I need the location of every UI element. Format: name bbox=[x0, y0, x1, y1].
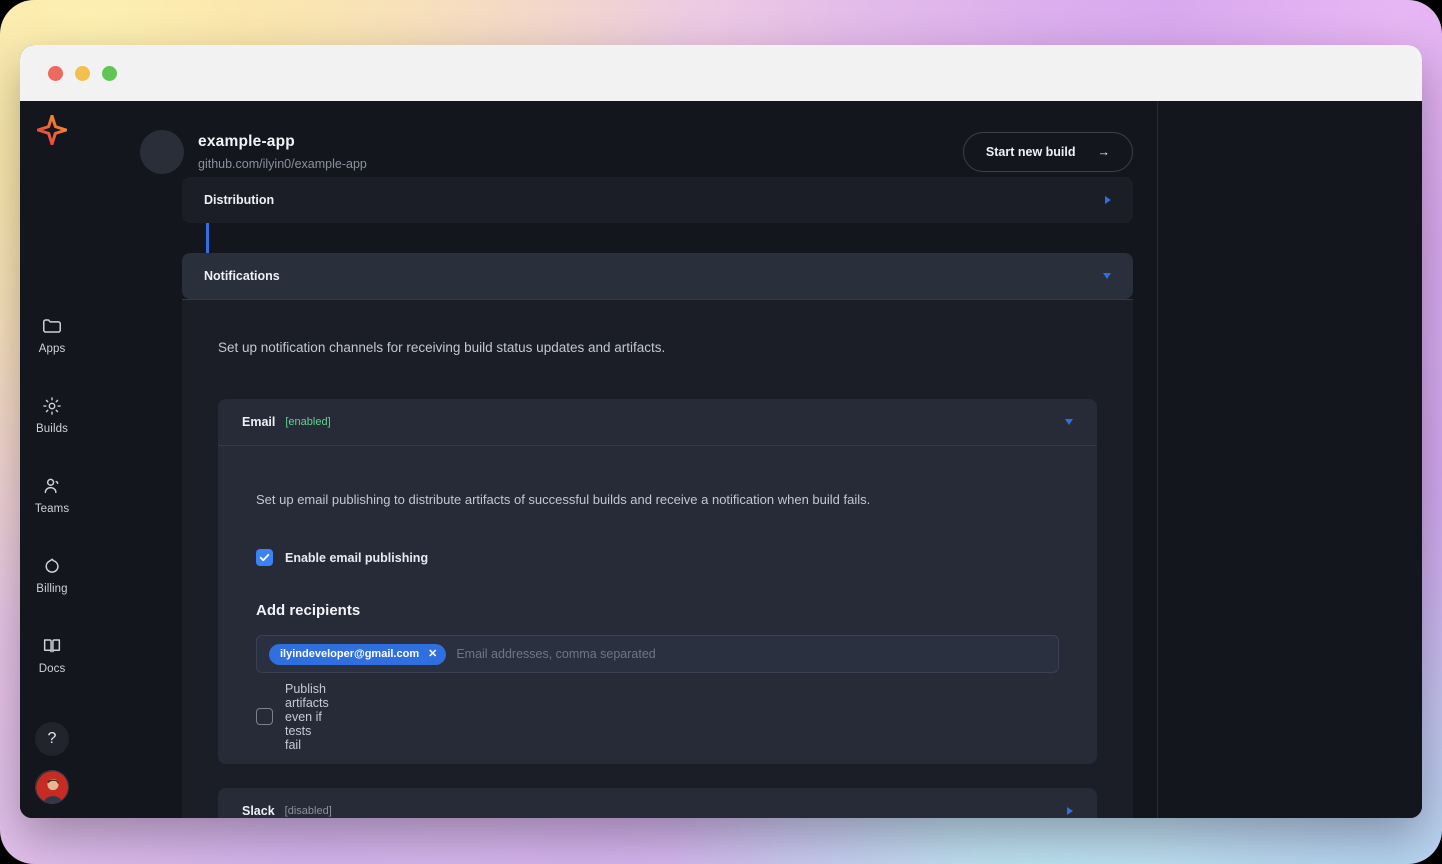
sidebar-item-apps[interactable]: Apps bbox=[22, 315, 82, 355]
section-notifications[interactable]: Notifications bbox=[182, 253, 1133, 299]
channel-slack: Slack [disabled] bbox=[218, 788, 1097, 818]
publish-artifacts-checkbox[interactable] bbox=[256, 708, 273, 725]
sidebar-item-label: Billing bbox=[36, 583, 67, 595]
recipient-chip[interactable]: ilyindeveloper@gmail.com ✕ bbox=[269, 644, 446, 665]
channel-email-header[interactable]: Email [enabled] bbox=[218, 399, 1097, 445]
app-avatar bbox=[140, 130, 184, 174]
section-title: Notifications bbox=[204, 269, 280, 283]
remove-recipient-icon[interactable]: ✕ bbox=[428, 649, 437, 660]
sidebar-item-label: Teams bbox=[35, 503, 69, 515]
recipient-chip-label: ilyindeveloper@gmail.com bbox=[280, 648, 419, 660]
recipients-field[interactable]: ilyindeveloper@gmail.com ✕ bbox=[256, 635, 1059, 673]
sidebar-item-billing[interactable]: Billing bbox=[22, 555, 82, 595]
arrow-right-icon: → bbox=[1098, 145, 1111, 159]
start-new-build-button[interactable]: Start new build → bbox=[963, 132, 1133, 172]
chevron-right-icon[interactable] bbox=[1067, 807, 1073, 815]
notifications-panel: Set up notification channels for receivi… bbox=[182, 299, 1133, 818]
chevron-right-icon[interactable] bbox=[1105, 196, 1111, 204]
sidebar-item-label: Apps bbox=[39, 343, 66, 355]
enable-email-publishing-checkbox[interactable] bbox=[256, 549, 273, 566]
page-title: example-app bbox=[198, 133, 367, 151]
book-icon bbox=[41, 635, 63, 657]
enable-email-publishing-row[interactable]: Enable email publishing bbox=[256, 549, 1059, 566]
recipients-input[interactable] bbox=[456, 647, 1046, 661]
repo-link[interactable]: github.com/ilyin0/example-app bbox=[198, 157, 367, 171]
content-column: example-app github.com/ilyin0/example-ap… bbox=[84, 101, 1158, 818]
channel-name: Email bbox=[242, 415, 275, 429]
close-window-button[interactable] bbox=[48, 66, 63, 81]
accordion-list: Distribution Notifications bbox=[84, 177, 1157, 818]
help-button[interactable]: ? bbox=[35, 722, 69, 756]
sidebar-item-docs[interactable]: Docs bbox=[22, 635, 82, 675]
app-logo-icon[interactable] bbox=[37, 115, 67, 145]
section-distribution-header[interactable]: Distribution bbox=[182, 177, 1133, 223]
folder-icon bbox=[41, 315, 63, 337]
publish-artifacts-row[interactable]: Publish artifacts even if tests fail bbox=[256, 709, 271, 724]
main-area: example-app github.com/ilyin0/example-ap… bbox=[84, 101, 1422, 818]
add-recipients-title: Add recipients bbox=[256, 602, 1059, 619]
person-icon bbox=[41, 475, 63, 497]
notifications-description: Set up notification channels for receivi… bbox=[218, 340, 1097, 355]
section-connector-line bbox=[206, 223, 209, 253]
channel-email-description: Set up email publishing to distribute ar… bbox=[256, 492, 1059, 507]
maximize-window-button[interactable] bbox=[102, 66, 117, 81]
channel-email: Email [enabled] Set up email publishing … bbox=[218, 399, 1097, 764]
sidebar-footer: ? bbox=[20, 722, 84, 804]
chevron-down-icon[interactable] bbox=[1103, 273, 1111, 279]
section-distribution[interactable]: Distribution bbox=[182, 177, 1133, 223]
gear-icon bbox=[41, 395, 63, 417]
status-badge: [disabled] bbox=[285, 805, 332, 817]
enable-email-publishing-label: Enable email publishing bbox=[285, 551, 428, 565]
minimize-window-button[interactable] bbox=[75, 66, 90, 81]
check-icon bbox=[259, 552, 270, 563]
channel-email-body: Set up email publishing to distribute ar… bbox=[218, 445, 1097, 764]
status-badge: [enabled] bbox=[285, 416, 330, 428]
window-titlebar bbox=[20, 45, 1422, 101]
section-title: Distribution bbox=[204, 193, 274, 207]
sidebar-item-teams[interactable]: Teams bbox=[22, 475, 82, 515]
desktop-background: Apps Builds Teams bbox=[0, 0, 1442, 864]
sidebar-item-label: Docs bbox=[39, 663, 66, 675]
sidebar-item-label: Builds bbox=[36, 423, 68, 435]
page-header: example-app github.com/ilyin0/example-ap… bbox=[84, 101, 1157, 185]
section-notifications-header[interactable]: Notifications bbox=[182, 253, 1133, 299]
app-meta: example-app github.com/ilyin0/example-ap… bbox=[198, 133, 367, 171]
chevron-down-icon[interactable] bbox=[1065, 419, 1073, 425]
wallet-icon bbox=[41, 555, 63, 577]
app-body: Apps Builds Teams bbox=[20, 101, 1422, 818]
publish-artifacts-label: Publish artifacts even if tests fail bbox=[285, 682, 329, 752]
sidebar: Apps Builds Teams bbox=[20, 101, 84, 818]
avatar-image bbox=[36, 771, 69, 804]
channel-name: Slack bbox=[242, 804, 275, 818]
sidebar-item-builds[interactable]: Builds bbox=[22, 395, 82, 435]
channel-slack-header[interactable]: Slack [disabled] bbox=[218, 788, 1097, 818]
avatar[interactable] bbox=[35, 770, 69, 804]
start-new-build-label: Start new build bbox=[986, 145, 1076, 159]
app-window: Apps Builds Teams bbox=[20, 45, 1422, 818]
